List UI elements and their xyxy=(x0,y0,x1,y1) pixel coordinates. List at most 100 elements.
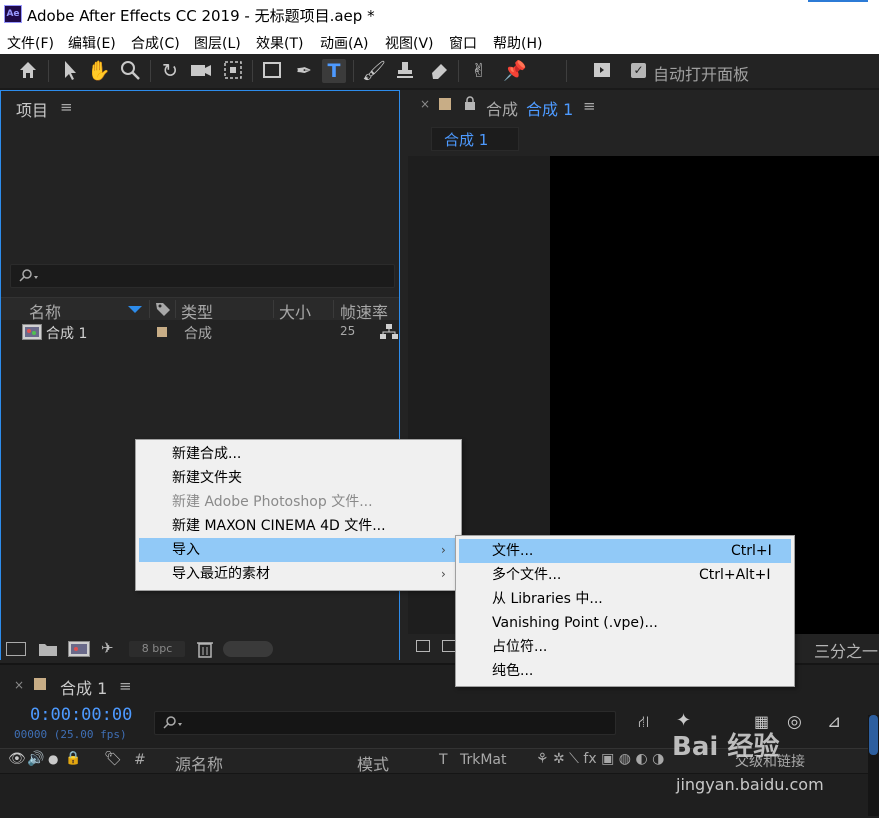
title-accent-bar xyxy=(808,0,868,2)
column-t[interactable]: T xyxy=(439,752,448,768)
label-color-swatch[interactable] xyxy=(157,327,167,337)
comp-navigator-tab[interactable]: 合成 1 xyxy=(431,127,519,151)
search-icon xyxy=(19,269,38,282)
menu-window[interactable]: 窗口 xyxy=(449,33,477,53)
search-icon xyxy=(163,716,182,729)
zoom-tool-icon[interactable] xyxy=(118,59,142,83)
column-name[interactable]: 名称 xyxy=(29,299,61,323)
timeline-tab[interactable]: 合成 1 xyxy=(60,675,107,699)
composition-icon xyxy=(22,324,42,340)
timeline-search-input[interactable] xyxy=(154,711,616,735)
hand-tool-icon[interactable]: ✋ xyxy=(87,59,111,83)
close-timeline-icon[interactable]: × xyxy=(14,678,24,692)
project-settings-icon[interactable]: ✈ xyxy=(101,639,114,657)
project-item-row[interactable]: 合成 1 合成 25 xyxy=(1,321,399,343)
import-file[interactable]: 文件... Ctrl+I xyxy=(459,539,791,563)
rectangle-tool-icon[interactable] xyxy=(260,59,284,83)
composition-flowchart-icon[interactable]: ⛙ xyxy=(638,712,649,733)
timeline-menu-icon[interactable]: ≡ xyxy=(119,677,132,695)
window-title: Adobe After Effects CC 2019 - 无标题项目.aep … xyxy=(27,7,375,25)
column-size[interactable]: 大小 xyxy=(279,299,311,323)
puppet-pin-tool-icon[interactable]: 📌 xyxy=(503,59,527,83)
submenu-arrow-icon: › xyxy=(441,543,446,557)
trash-icon[interactable] xyxy=(197,640,213,658)
menu-bar: 文件(F) 编辑(E) 合成(C) 图层(L) 效果(T) 动画(A) 视图(V… xyxy=(0,30,879,54)
menu-view[interactable]: 视图(V) xyxy=(385,33,434,53)
solo-icon[interactable]: ● xyxy=(48,752,58,766)
pan-behind-tool-icon[interactable] xyxy=(221,59,245,83)
type-tool-icon[interactable]: T xyxy=(322,59,346,83)
menu-new-cinema4d-file[interactable]: 新建 MAXON CINEMA 4D 文件... xyxy=(136,514,461,538)
menu-import-recent[interactable]: 导入最近的素材 › xyxy=(136,562,461,586)
project-search-input[interactable] xyxy=(10,264,395,288)
menu-animation[interactable]: 动画(A) xyxy=(320,33,369,53)
menu-new-folder[interactable]: 新建文件夹 xyxy=(136,466,461,490)
menu-help[interactable]: 帮助(H) xyxy=(493,33,542,53)
workspace-icon[interactable] xyxy=(590,59,614,83)
menu-effect[interactable]: 效果(T) xyxy=(256,33,303,53)
new-folder-icon[interactable] xyxy=(38,641,58,657)
pen-tool-icon[interactable]: ✒ xyxy=(292,59,316,83)
menu-new-composition[interactable]: 新建合成... xyxy=(136,442,461,466)
timeline-scrollbar[interactable] xyxy=(868,715,879,816)
close-tab-icon[interactable]: × xyxy=(420,97,430,111)
current-time-display[interactable]: 0:00:00:00 xyxy=(30,705,132,725)
rotate-tool-icon[interactable]: ↻ xyxy=(158,59,182,83)
switches-icons[interactable]: ⚘ ✲ ⟍ fx ▣ ◍ ◐ ◑ xyxy=(536,751,664,767)
clone-stamp-tool-icon[interactable] xyxy=(393,59,417,83)
eraser-tool-icon[interactable] xyxy=(427,59,451,83)
import-submenu: 文件... Ctrl+I 多个文件... Ctrl+Alt+I 从 Librarie… xyxy=(455,535,795,687)
menu-composition[interactable]: 合成(C) xyxy=(131,33,180,53)
column-type[interactable]: 类型 xyxy=(181,299,213,323)
menu-file[interactable]: 文件(F) xyxy=(7,33,54,53)
audio-icon[interactable]: 🔊 xyxy=(27,751,44,767)
column-trkmat[interactable]: TrkMat xyxy=(460,752,507,768)
label-tag-icon[interactable] xyxy=(155,301,171,317)
project-scrollbar[interactable] xyxy=(223,641,273,657)
composition-tabstrip: × 合成 合成 1 ≡ xyxy=(408,90,879,120)
selection-tool-icon[interactable] xyxy=(58,59,82,83)
brush-tool-icon[interactable]: 🖌 xyxy=(362,59,386,83)
import-from-libraries[interactable]: 从 Libraries 中... xyxy=(456,587,794,611)
roto-brush-tool-icon[interactable]: ✌ xyxy=(467,59,491,83)
color-depth-button[interactable]: 8 bpc xyxy=(129,641,185,657)
menu-import[interactable]: 导入 › xyxy=(139,538,458,562)
column-number[interactable]: # xyxy=(134,752,146,768)
project-panel-title: 项目 xyxy=(16,101,49,120)
lock-icon[interactable] xyxy=(464,96,476,110)
interpret-footage-icon[interactable] xyxy=(6,642,26,656)
project-bottom-bar: ✈ 8 bpc xyxy=(1,638,399,660)
comp-navigator-label: 合成 1 xyxy=(444,131,489,149)
column-fps[interactable]: 帧速率 xyxy=(340,299,388,323)
column-source-name[interactable]: 源名称 xyxy=(175,751,223,775)
monitor-icon[interactable] xyxy=(442,640,456,652)
comp-tab-name[interactable]: 合成 1 xyxy=(526,96,573,120)
comp-menu-icon[interactable]: ≡ xyxy=(583,97,596,115)
camera-tool-icon[interactable] xyxy=(189,59,213,83)
import-multiple-files[interactable]: 多个文件... Ctrl+Alt+I xyxy=(456,563,794,587)
magnification-dropdown[interactable]: 三分之一 xyxy=(814,638,878,662)
auto-open-panel-checkbox[interactable]: ✓ xyxy=(631,63,646,78)
baidu-watermark-url: jingyan.baidu.com xyxy=(676,775,824,794)
label-column-icon[interactable]: 🏷 xyxy=(104,751,122,767)
graph-editor-icon[interactable]: ⊿ xyxy=(827,712,841,732)
menu-edit[interactable]: 编辑(E) xyxy=(68,33,116,53)
video-visibility-icon[interactable]: 👁 xyxy=(8,751,26,767)
import-placeholder[interactable]: 占位符... xyxy=(456,635,794,659)
project-item-name: 合成 1 xyxy=(46,326,88,342)
motion-blur-icon[interactable]: ◎ xyxy=(787,712,802,732)
import-vanishing-point[interactable]: Vanishing Point (.vpe)... xyxy=(456,611,794,635)
flowchart-icon[interactable] xyxy=(380,324,398,340)
new-composition-icon[interactable] xyxy=(68,641,90,657)
import-solid[interactable]: 纯色... xyxy=(456,659,794,683)
comp-tab-prefix: 合成 xyxy=(486,100,519,119)
column-mode[interactable]: 模式 xyxy=(357,751,389,775)
menu-layer[interactable]: 图层(L) xyxy=(194,33,241,53)
project-menu-icon[interactable]: ≡ xyxy=(60,98,73,116)
home-icon[interactable] xyxy=(16,59,40,83)
lock-column-icon[interactable]: 🔒 xyxy=(65,751,81,766)
project-column-headers: 名称 类型 大小 帧速率 xyxy=(1,297,399,323)
always-preview-icon[interactable] xyxy=(416,640,430,652)
sort-down-icon[interactable] xyxy=(128,306,142,314)
baidu-watermark: Bai 经验 xyxy=(672,732,780,762)
